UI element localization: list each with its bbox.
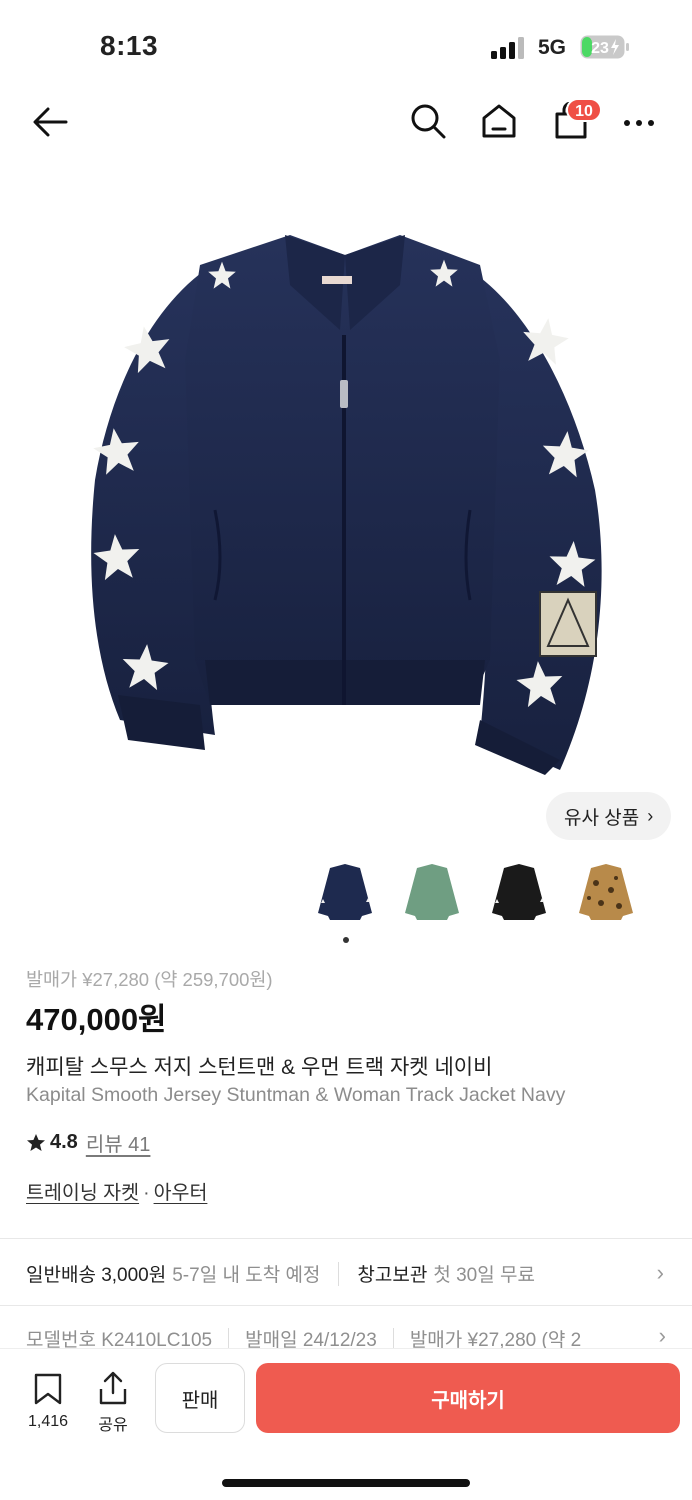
thumbnail-navy[interactable] <box>310 858 380 928</box>
separator <box>338 1261 340 1286</box>
chevron-right-icon: › <box>654 1325 666 1349</box>
warehouse-storage: 창고보관 <box>357 1265 428 1286</box>
share-button[interactable]: 공유 <box>92 1371 134 1435</box>
star-icon <box>27 1133 45 1151</box>
rating-score: 4.8 <box>50 1131 78 1153</box>
more-icon[interactable] <box>622 108 656 138</box>
top-nav: 10 <box>0 90 692 154</box>
product-title-ko: 캐피탈 스무스 저지 스턴트맨 & 우먼 트랙 자켓 네이비 <box>26 1056 493 1079</box>
network-label: 5G <box>538 36 567 59</box>
category-training-jacket[interactable]: 트레이닝 자켓 <box>26 1182 139 1204</box>
bottom-action-bar: 1,416 공유 판매 구매하기 <box>0 1348 692 1500</box>
battery-icon: 23 <box>580 35 629 59</box>
bookmark-icon <box>34 1373 62 1405</box>
separator <box>228 1327 230 1350</box>
divider <box>0 1305 692 1306</box>
shipping-standard: 일반배송 3,000원 <box>26 1265 167 1286</box>
category-outer[interactable]: 아우터 <box>154 1182 208 1204</box>
home-icon[interactable] <box>480 102 518 140</box>
similar-products-label: 유사 상품 <box>564 807 640 829</box>
share-icon <box>99 1371 127 1405</box>
share-label: 공유 <box>98 1417 128 1434</box>
thumbnail-strip <box>310 858 641 928</box>
rating-row: 4.8 리뷰 41 <box>26 1128 150 1157</box>
product-title-en: Kapital Smooth Jersey Stuntman & Woman T… <box>26 1084 566 1106</box>
release-price: 발매가 ¥27,280 (약 259,700원) <box>26 969 273 990</box>
cart-count-badge: 10 <box>566 98 602 122</box>
shipping-eta: 5-7일 내 도착 예정 <box>172 1265 321 1286</box>
carousel-dot <box>343 937 349 943</box>
thumbnail-green[interactable] <box>397 858 467 928</box>
category-separator: · <box>143 1182 150 1204</box>
search-icon[interactable] <box>409 102 447 140</box>
buy-button[interactable]: 구매하기 <box>256 1363 680 1433</box>
back-arrow-icon[interactable] <box>30 104 70 140</box>
status-time: 8:13 <box>100 30 159 61</box>
warehouse-free: 첫 30일 무료 <box>433 1265 535 1286</box>
review-link[interactable]: 리뷰 41 <box>86 1128 151 1157</box>
bookmark-count: 1,416 <box>27 1413 69 1430</box>
sell-button[interactable]: 판매 <box>155 1363 245 1433</box>
thumbnail-black[interactable] <box>484 858 554 928</box>
battery-level: 23 <box>591 40 609 57</box>
current-price: 470,000원 <box>26 1002 167 1037</box>
home-indicator[interactable] <box>222 1479 470 1487</box>
product-image[interactable] <box>0 160 692 850</box>
signal-icon <box>491 37 524 59</box>
category-breadcrumb: 트레이닝 자켓 · 아우터 <box>26 1176 207 1205</box>
bookmark-button[interactable]: 1,416 <box>24 1373 72 1431</box>
separator <box>392 1327 394 1350</box>
divider <box>0 1238 692 1239</box>
similar-products-button[interactable]: 유사 상품 › <box>546 792 672 840</box>
shipping-row[interactable]: 일반배송 3,000원 5-7일 내 도착 예정 창고보관 첫 30일 무료 › <box>26 1260 676 1287</box>
chevron-right-icon: › <box>656 1260 664 1285</box>
status-bar: 8:13 5G 23 <box>0 0 692 90</box>
thumbnail-leopard[interactable] <box>571 858 641 928</box>
chevron-right-icon: › <box>647 805 654 826</box>
